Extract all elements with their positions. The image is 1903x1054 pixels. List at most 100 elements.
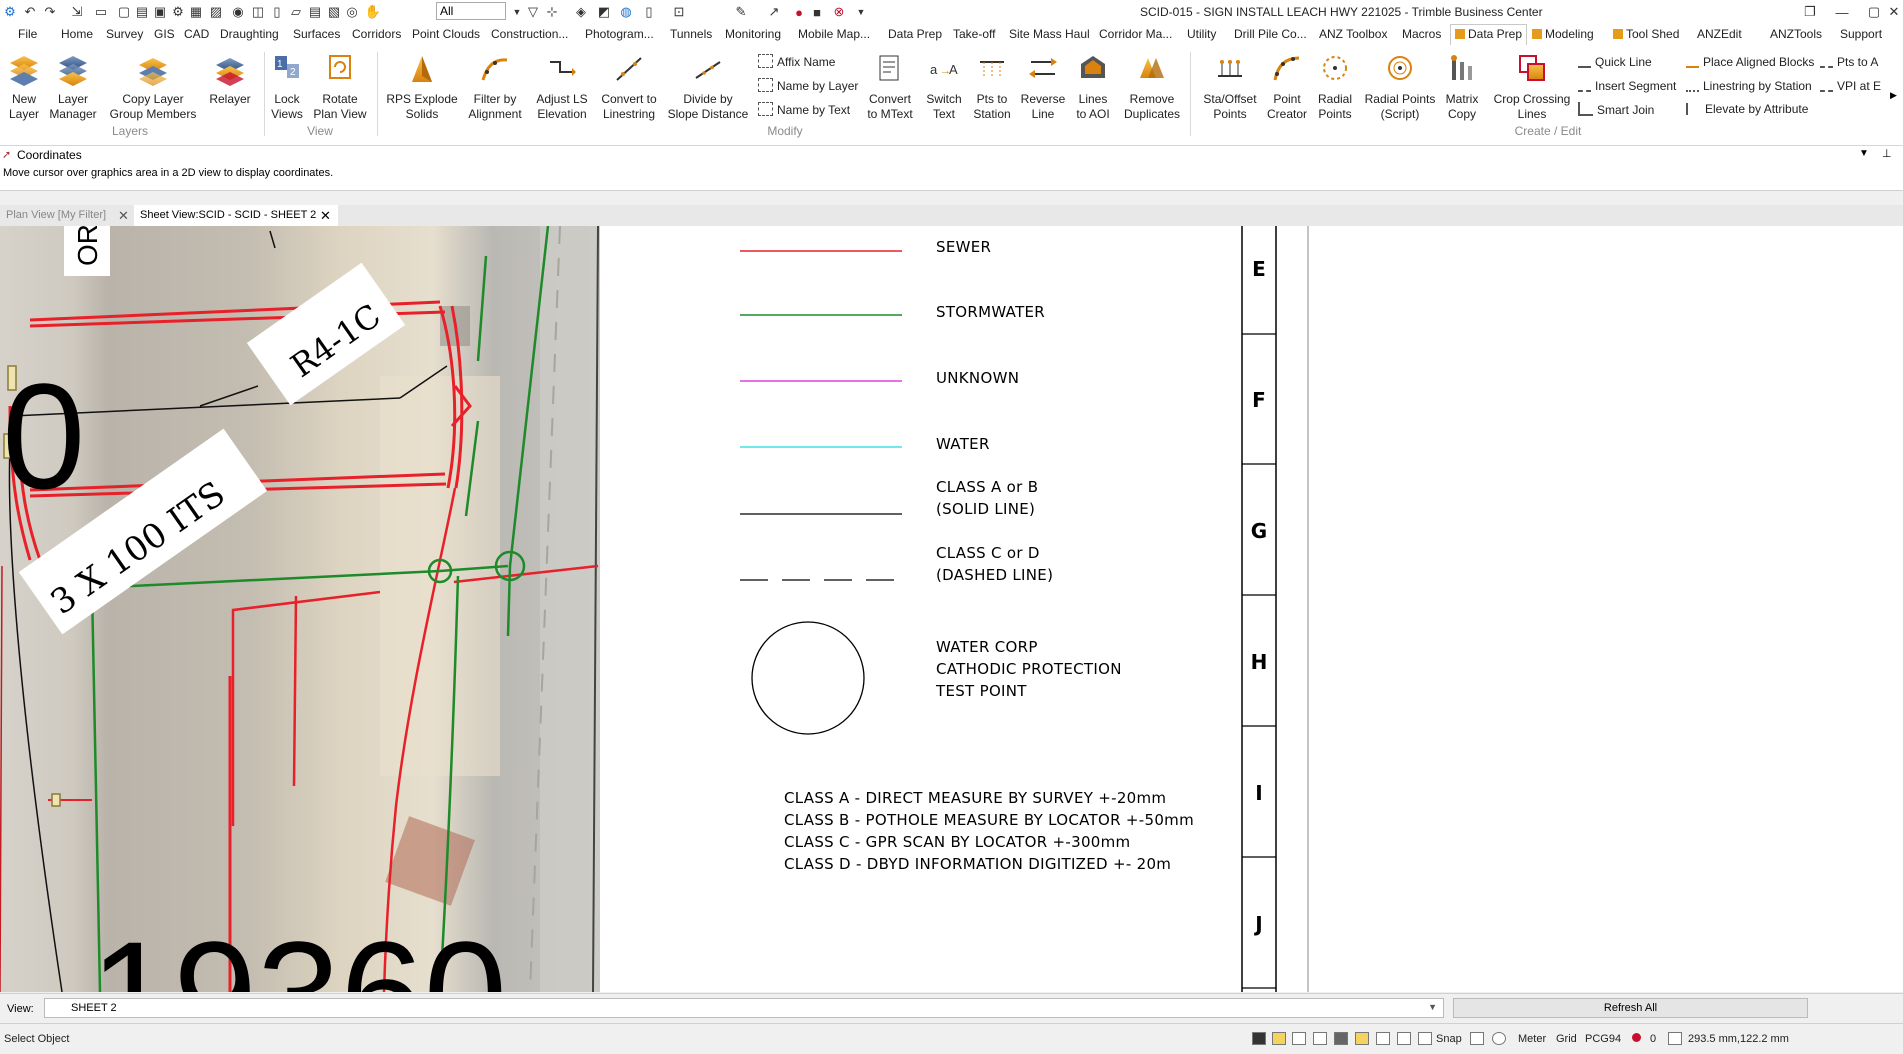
menu-surfaces[interactable]: Surfaces — [293, 27, 340, 41]
insert-segment-button[interactable]: Insert Segment — [1578, 78, 1676, 93]
hand-icon[interactable]: ✋ — [364, 3, 382, 21]
rotate-plan-view-button[interactable]: Rotate Plan View — [312, 52, 368, 122]
convert-to-mtext-button[interactable]: Convert to MText — [864, 52, 916, 122]
layers-icon[interactable]: ▤ — [306, 3, 324, 21]
menu-survey[interactable]: Survey — [106, 27, 143, 41]
menu-corridors[interactable]: Corridors — [352, 27, 401, 41]
pin-icon[interactable]: ⊥ — [1882, 147, 1892, 160]
name-by-layer-button[interactable]: Name by Layer — [758, 78, 858, 93]
ribbon-scroll-right-icon[interactable]: ▶ — [1890, 90, 1897, 101]
menu-data-prep-active[interactable]: Data Prep — [1450, 24, 1528, 45]
adjust-ls-elevation-button[interactable]: Adjust LS Elevation — [532, 52, 592, 122]
quick-line-button[interactable]: Quick Line — [1578, 54, 1652, 69]
pane-dropdown-icon[interactable]: ▼ — [1859, 148, 1869, 159]
menu-tunnels[interactable]: Tunnels — [670, 27, 712, 41]
cancel-icon[interactable]: ⊗ — [830, 3, 848, 21]
highlight-icon[interactable] — [1355, 1032, 1369, 1045]
radial-points-script-button[interactable]: Radial Points (Script) — [1362, 52, 1438, 122]
grid-toggle-icon[interactable] — [1376, 1032, 1390, 1045]
record-icon[interactable] — [1632, 1033, 1641, 1042]
menu-data-prep[interactable]: Data Prep — [888, 27, 942, 41]
menu-photogrammetry[interactable]: Photogram... — [585, 27, 654, 41]
arrow-icon[interactable]: ↗ — [765, 3, 783, 21]
menu-anztools[interactable]: ANZTools — [1770, 27, 1822, 41]
sheet-drawing[interactable]: OR R4-1C 0 3 X 100 ITS 19360 SEWER STORM… — [0, 226, 1903, 992]
lines-to-aoi-button[interactable]: Lines to AOI — [1072, 52, 1114, 122]
relayer-button[interactable]: Relayer — [205, 52, 255, 107]
import-icon[interactable]: ⇲ — [68, 3, 86, 21]
record-icon[interactable]: ● — [790, 3, 808, 21]
new-layer-button[interactable]: New Layer — [4, 52, 44, 122]
convert-to-linestring-button[interactable]: Convert to Linestring — [597, 52, 661, 122]
crs-label[interactable]: PCG94 — [1585, 1033, 1621, 1045]
minimize-icon[interactable]: — — [1828, 2, 1856, 22]
crop-crossing-lines-button[interactable]: Crop Crossing Lines — [1488, 52, 1576, 122]
command-line-icon[interactable] — [1252, 1032, 1266, 1045]
menu-file[interactable]: File — [18, 27, 37, 41]
menu-drill-pile[interactable]: Drill Pile Co... — [1234, 27, 1307, 41]
menu-macros[interactable]: Macros — [1402, 27, 1441, 41]
draw-mode-icon[interactable] — [1334, 1032, 1348, 1045]
globe-icon[interactable]: ◉ — [229, 3, 247, 21]
restore-icon[interactable]: ❐ — [1796, 2, 1824, 22]
matrix-copy-button[interactable]: Matrix Copy — [1442, 52, 1482, 122]
selection-filter-combo[interactable]: All — [436, 2, 506, 20]
cube-icon[interactable]: ▱ — [287, 3, 305, 21]
close-tab-icon[interactable]: ✕ — [320, 205, 331, 226]
point-creator-button[interactable]: Point Creator — [1263, 52, 1311, 122]
name-by-text-button[interactable]: Name by Text — [758, 102, 850, 117]
refresh-all-button[interactable]: Refresh All — [1453, 998, 1808, 1018]
grid-label[interactable]: Grid — [1556, 1033, 1577, 1045]
lock-views-button[interactable]: 12 Lock Views — [268, 52, 306, 122]
pen-icon[interactable] — [1313, 1032, 1327, 1045]
globe-icon[interactable] — [1492, 1032, 1506, 1045]
menu-corridor-ma[interactable]: Corridor Ma... — [1099, 27, 1172, 41]
place-aligned-blocks-button[interactable]: Place Aligned Blocks — [1686, 54, 1814, 69]
stop-icon[interactable]: ■ — [808, 3, 826, 21]
menu-gis[interactable]: GIS — [154, 27, 175, 41]
measure-icon[interactable]: ⊡ — [670, 3, 688, 21]
toolbox-icon[interactable]: ▨ — [207, 3, 225, 21]
search-icon[interactable] — [1292, 1032, 1306, 1045]
tab-plan-view[interactable]: Plan View [My Filter] ✕ — [0, 205, 134, 226]
menu-monitoring[interactable]: Monitoring — [725, 27, 781, 41]
vpi-at-e-button[interactable]: VPI at E — [1820, 78, 1881, 93]
new-project-icon[interactable]: ▭ — [92, 3, 110, 21]
affix-name-button[interactable]: Affix Name — [758, 54, 835, 69]
units-icon[interactable] — [1470, 1032, 1484, 1045]
folder-icon[interactable]: ▤ — [133, 3, 151, 21]
pen-icon[interactable]: ✎ — [732, 3, 750, 21]
ortho-icon[interactable] — [1397, 1032, 1411, 1045]
settings-icon[interactable]: ⚙ — [169, 3, 187, 21]
filter-icon[interactable]: ▽ — [524, 3, 542, 21]
menu-modeling[interactable]: Modeling — [1532, 27, 1594, 41]
menu-construction[interactable]: Construction... — [491, 27, 568, 41]
switch-text-button[interactable]: a → A Switch Text — [920, 52, 968, 122]
close-icon[interactable]: ✕ — [1880, 2, 1903, 22]
reverse-line-button[interactable]: Reverse Line — [1019, 52, 1067, 122]
menu-take-off[interactable]: Take-off — [953, 27, 995, 41]
angle-icon[interactable] — [1418, 1032, 1432, 1045]
snap-icon[interactable]: ⊹ — [543, 3, 561, 21]
eye-icon[interactable]: ◎ — [343, 3, 361, 21]
snap-label[interactable]: Snap — [1436, 1033, 1462, 1045]
menu-mobile-mapping[interactable]: Mobile Map... — [798, 27, 870, 41]
redo-icon[interactable]: ↷ — [41, 3, 59, 21]
radial-points-button[interactable]: Radial Points — [1314, 52, 1356, 122]
chevron-down-icon[interactable]: ▼ — [852, 3, 870, 21]
filter-by-alignment-button[interactable]: Filter by Alignment — [463, 52, 527, 122]
rps-explode-solids-button[interactable]: RPS Explode Solids — [384, 52, 460, 122]
document-icon[interactable]: ▯ — [640, 3, 658, 21]
pts-to-station-button[interactable]: Pts to Station — [972, 52, 1012, 122]
compass-icon[interactable]: ◍ — [617, 3, 635, 21]
selection-mode-icon[interactable] — [1272, 1032, 1286, 1045]
linestring-by-station-button[interactable]: Linestring by Station — [1686, 78, 1812, 93]
menu-anzedit[interactable]: ANZEdit — [1697, 27, 1742, 41]
view-icon[interactable]: ▯ — [268, 3, 286, 21]
print-icon[interactable]: ▦ — [187, 3, 205, 21]
sta-offset-points-button[interactable]: Sta/Offset Points — [1194, 52, 1266, 122]
image-icon[interactable]: ▧ — [325, 3, 343, 21]
menu-support[interactable]: Support — [1840, 27, 1882, 41]
open-icon[interactable]: ▢ — [115, 3, 133, 21]
menu-site-mass-haul[interactable]: Site Mass Haul — [1009, 27, 1090, 41]
